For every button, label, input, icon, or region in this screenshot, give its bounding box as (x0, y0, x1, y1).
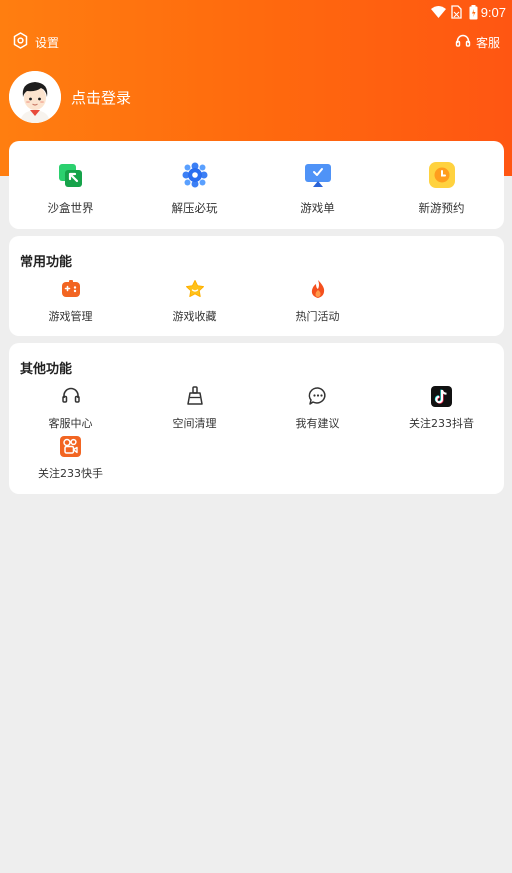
grid-item-label: 新游预约 (418, 201, 465, 215)
grid-item-label: 沙盒世界 (47, 201, 94, 215)
other-item-label: 我有建议 (295, 417, 340, 430)
gamepad-icon (60, 278, 82, 300)
sim-icon (451, 5, 462, 22)
headset-icon (60, 385, 82, 407)
grid-item-sandbox[interactable]: 沙盒世界 (9, 161, 132, 216)
common-item-label: 游戏管理 (48, 310, 93, 323)
grid-item-reserve[interactable]: 新游预约 (380, 161, 503, 216)
other-item-label: 关注233快手 (38, 467, 103, 480)
grid-item-label: 解压必玩 (171, 201, 218, 215)
sandbox-icon (57, 161, 85, 189)
kuaishou-icon (60, 435, 82, 457)
grid-item-game-list[interactable]: 游戏单 (256, 161, 379, 216)
chat-bubble-icon (307, 385, 329, 407)
other-functions-card: 其他功能 客服中心 空间清理 我有建议 关注233抖音 关注233快手 (9, 343, 504, 494)
settings-button[interactable]: 设置 (12, 32, 59, 52)
other-item-space-clean[interactable]: 空间清理 (133, 385, 256, 431)
section-title: 其他功能 (20, 362, 73, 377)
grid-item-relax[interactable]: 解压必玩 (133, 161, 256, 216)
common-item-favorites[interactable]: 游戏收藏 (133, 278, 256, 324)
common-item-hot-events[interactable]: 热门活动 (256, 278, 379, 324)
douyin-icon (431, 385, 453, 407)
service-label: 客服 (475, 35, 500, 50)
quick-entry-card: 沙盒世界 解压必玩 游戏单 新游预约 (9, 141, 504, 229)
other-item-label: 客服中心 (48, 417, 93, 430)
headset-icon (455, 33, 471, 52)
common-item-game-manage[interactable]: 游戏管理 (9, 278, 132, 324)
reserve-clock-icon (428, 161, 456, 189)
other-item-label: 空间清理 (172, 417, 217, 430)
relax-icon (181, 161, 209, 189)
login-link[interactable]: 点击登录 (71, 87, 131, 108)
other-item-label: 关注233抖音 (409, 417, 474, 430)
customer-service-button[interactable]: 客服 (455, 32, 500, 52)
other-item-suggestion[interactable]: 我有建议 (256, 385, 379, 431)
fire-icon (307, 278, 329, 300)
other-item-service-center[interactable]: 客服中心 (9, 385, 132, 431)
star-icon (184, 278, 206, 300)
avatar[interactable] (9, 71, 61, 123)
common-functions-card: 常用功能 游戏管理 游戏收藏 热门活动 (9, 236, 504, 336)
grid-item-label: 游戏单 (300, 201, 335, 215)
settings-label: 设置 (35, 35, 60, 50)
other-item-douyin[interactable]: 关注233抖音 (380, 385, 503, 431)
common-item-label: 游戏收藏 (172, 310, 217, 323)
battery-icon (469, 5, 478, 23)
status-time: 9:07 (480, 5, 506, 20)
section-title: 常用功能 (20, 255, 73, 270)
wifi-icon (431, 6, 446, 21)
broom-icon (184, 385, 206, 407)
status-bar: 9:07 (0, 0, 512, 26)
other-item-kuaishou[interactable]: 关注233快手 (9, 435, 132, 481)
game-list-icon (304, 161, 332, 189)
gear-icon (12, 32, 29, 52)
common-item-label: 热门活动 (295, 310, 340, 323)
